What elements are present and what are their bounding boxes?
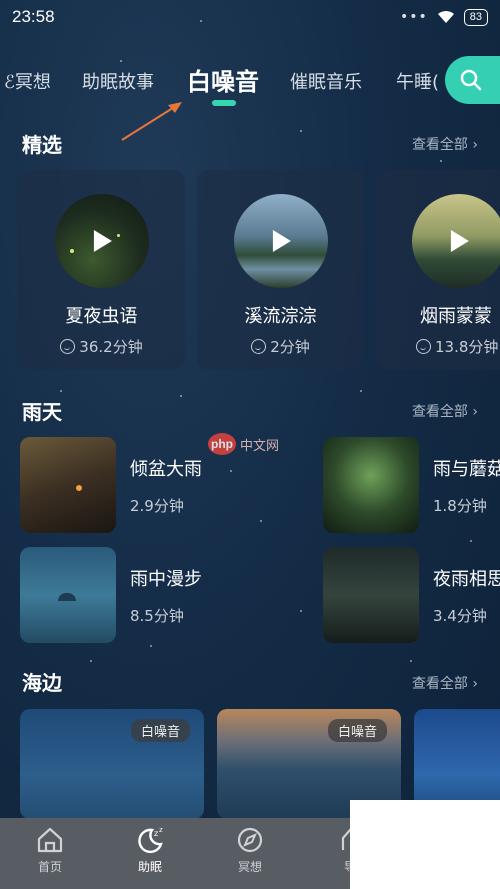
- track-thumbnail: [323, 547, 419, 643]
- duration-text: 36.2分钟: [79, 338, 143, 356]
- featured-card-duration: 2分钟: [251, 336, 310, 357]
- track-duration: 1.8分钟: [433, 496, 487, 515]
- play-icon: [93, 230, 112, 252]
- watermark-badge: php: [208, 433, 236, 455]
- featured-card[interactable]: 夏夜虫语 36.2分钟: [18, 170, 185, 370]
- duration-text: 2分钟: [270, 338, 310, 356]
- track-cover: [412, 194, 500, 288]
- home-icon: [37, 827, 63, 853]
- duration-text: 13.8分钟: [435, 338, 499, 356]
- list-item[interactable]: 雨与蘑菇 1.8分钟: [323, 437, 500, 533]
- notification-dots: •••: [399, 9, 428, 25]
- tab-sleep-stories[interactable]: 助眠故事: [82, 68, 154, 94]
- search-icon: [460, 69, 482, 91]
- tab-nap[interactable]: 午睡(: [396, 68, 439, 94]
- category-tag: 白噪音: [327, 719, 387, 742]
- track-title: 雨中漫步: [130, 568, 202, 590]
- beach-card[interactable]: 白噪音: [20, 709, 204, 819]
- tab-meditation[interactable]: ℰ冥想: [4, 68, 51, 94]
- featured-section-title: 精选: [22, 133, 62, 157]
- featured-card-title: 溪流淙淙: [244, 306, 317, 327]
- featured-see-all-link[interactable]: 查看全部 ›: [412, 134, 478, 154]
- track-title: 夜雨相思: [433, 568, 500, 590]
- status-bar: 23:58 ••• 83: [0, 0, 500, 34]
- nav-sleep[interactable]: z z 助眠: [100, 818, 200, 889]
- beach-section-title: 海边: [22, 671, 62, 695]
- track-thumbnail: [20, 547, 116, 643]
- featured-card[interactable]: 溪流淙淙 2分钟: [197, 170, 364, 370]
- featured-card-title: 烟雨蒙蒙: [420, 306, 492, 327]
- tab-hypnotic-music[interactable]: 催眠音乐: [290, 68, 362, 94]
- featured-card-title: 夏夜虫语: [65, 306, 138, 327]
- nav-home[interactable]: 首页: [0, 818, 100, 889]
- annotation-arrow-icon: [121, 102, 182, 141]
- wifi-icon: [437, 10, 454, 23]
- status-icons: ••• 83: [399, 8, 488, 26]
- nav-label: 首页: [37, 860, 62, 874]
- track-duration: 3.4分钟: [433, 606, 487, 625]
- track-duration: 8.5分钟: [130, 606, 184, 625]
- watermark: php 中文网: [208, 433, 279, 455]
- moon-zz-icon: z z: [138, 826, 163, 854]
- status-time: 23:58: [12, 7, 55, 26]
- svg-text:z: z: [154, 829, 158, 838]
- list-item[interactable]: 雨中漫步 8.5分钟: [20, 547, 202, 643]
- list-item[interactable]: 倾盆大雨 2.9分钟: [20, 437, 202, 533]
- track-title: 倾盆大雨: [130, 458, 202, 480]
- watermark-text: 中文网: [240, 438, 280, 454]
- white-overlay-block: [350, 800, 500, 889]
- smile-icon: [416, 339, 431, 354]
- play-icon: [272, 230, 291, 252]
- tab-white-noise[interactable]: 白噪音: [187, 62, 259, 97]
- rain-section-title: 雨天: [22, 400, 62, 424]
- compass-icon: [237, 827, 263, 853]
- rain-see-all-link[interactable]: 查看全部 ›: [412, 401, 478, 421]
- beach-see-all-link[interactable]: 查看全部 ›: [412, 673, 478, 693]
- nav-meditation[interactable]: 冥想: [200, 818, 300, 889]
- search-button[interactable]: [445, 56, 500, 104]
- track-cover: [54, 194, 149, 288]
- nav-label: 冥想: [237, 860, 262, 874]
- category-tabs: ℰ冥想 助眠故事 白噪音 催眠音乐 午睡(: [0, 54, 500, 110]
- track-title: 雨与蘑菇: [433, 458, 500, 480]
- featured-card-duration: 36.2分钟: [60, 336, 143, 357]
- track-duration: 2.9分钟: [130, 496, 184, 515]
- featured-card-duration: 13.8分钟: [416, 336, 498, 357]
- active-tab-indicator: [212, 100, 236, 106]
- list-item[interactable]: 夜雨相思 3.4分钟: [323, 547, 500, 643]
- featured-card[interactable]: 烟雨蒙蒙 13.8分钟: [376, 170, 500, 370]
- track-thumbnail: [323, 437, 419, 533]
- nav-label: 助眠: [137, 860, 162, 874]
- svg-text:z: z: [159, 826, 163, 834]
- smile-icon: [251, 339, 267, 354]
- smile-icon: [60, 339, 76, 354]
- play-icon: [450, 230, 469, 252]
- battery-indicator: 83: [463, 8, 488, 26]
- track-thumbnail: [20, 437, 116, 533]
- category-tag: 白噪音: [130, 719, 190, 742]
- track-cover: [233, 194, 328, 288]
